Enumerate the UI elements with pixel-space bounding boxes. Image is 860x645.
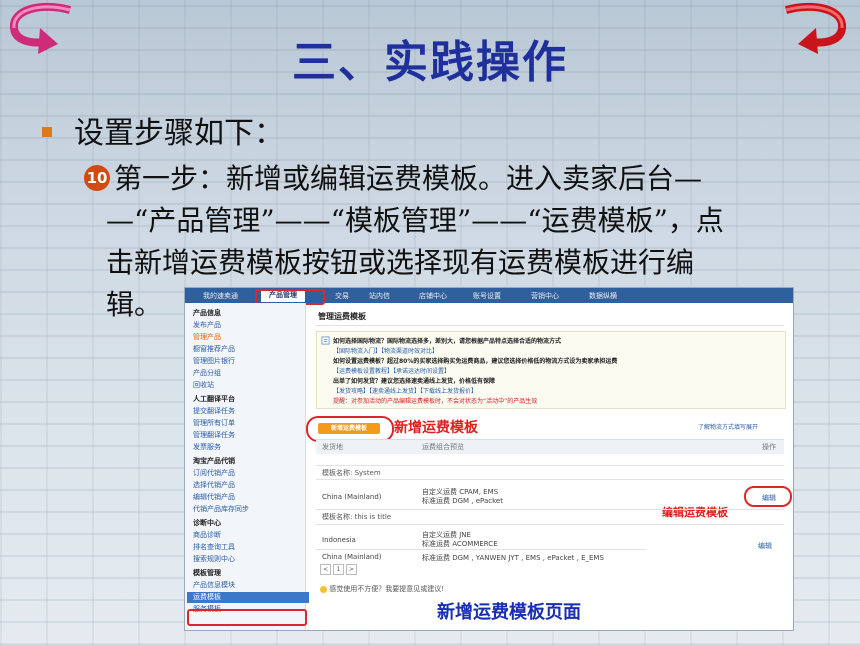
sidebar-item[interactable]: 运费模板 (187, 592, 309, 603)
sidebar-item[interactable]: 代销产品库存同步 (193, 504, 249, 514)
sidebar-item[interactable]: 产品分组 (193, 368, 221, 378)
sidebar-item: 淘宝产品代销 (193, 457, 235, 465)
template1-dest: China (Mainland) (322, 493, 382, 501)
sidebar-item[interactable]: 发布产品 (193, 320, 221, 330)
template2-dest-2: China (Mainland) (322, 553, 382, 561)
header-op: 操作 (762, 443, 776, 451)
smile-icon (320, 585, 327, 593)
header-combo: 运费组合预览 (422, 443, 464, 451)
template1-name: 模板名称: System (322, 469, 381, 477)
step-number-badge: 10 (84, 164, 110, 191)
sidebar-item[interactable]: 管理翻译任务 (193, 430, 235, 440)
feedback-text[interactable]: 感觉使用不方便？我要提意见或建议! (329, 585, 444, 593)
help-link[interactable]: 了解物流方式填写展开 (698, 422, 758, 431)
sidebar-item[interactable]: 发票服务 (193, 442, 221, 452)
nav-messages[interactable]: 站内信 (369, 291, 390, 301)
nav-my-aliexpress[interactable]: 我的速卖通 (203, 291, 238, 301)
step-line-2: —“产品管理”——“模板管理”——“运费模板”，点 (106, 204, 724, 237)
annotation-add-template: 新增运费模板 (394, 420, 478, 436)
sidebar-item[interactable]: 管理所有订单 (193, 418, 235, 428)
bullet-intro: 设置步骤如下： (42, 108, 284, 152)
nav-account-settings[interactable]: 账号设置 (473, 291, 501, 301)
sidebar-item[interactable]: 橱窗推荐产品 (193, 344, 235, 354)
title-divider (316, 325, 784, 326)
main-panel: 管理运费模板 如何选择国际物流？国际物流选择多，差别大，请您根据产品特点选择合适… (306, 303, 793, 630)
notice-line-4[interactable]: 【运费模板设置教程】【承诺运达时间设置】 (333, 366, 450, 375)
sidebar-item[interactable]: 回收站 (193, 380, 214, 390)
edit-template2-link[interactable]: 编辑 (758, 541, 772, 551)
screenshot-caption: 新增运费模板页面 (437, 602, 581, 623)
sidebar-item: 产品信息 (193, 309, 221, 317)
notice-box: 如何选择国际物流？国际物流选择多，差别大，请您根据产品特点选择合适的物流方式 【… (316, 331, 786, 409)
sidebar-item: 诊断中心 (193, 519, 221, 527)
divider (316, 524, 784, 525)
notice-line-3: 如何设置运费模板？超过80%的买家选择购买免运费商品，建议您选择价格低的物流方式… (333, 358, 618, 365)
sidebar-item: 人工翻译平台 (193, 395, 235, 403)
sidebar-item[interactable]: 管理图片银行 (193, 356, 235, 366)
header-dest: 发货地 (322, 443, 343, 451)
notice-line-5: 出单了如何发货？建议您选择速卖通线上发货，价格低有保障 (333, 378, 496, 385)
template2-line-2: 标准运费 ACOMMERCE (422, 540, 498, 548)
divider (316, 509, 784, 510)
sidebar: 产品信息发布产品管理产品橱窗推荐产品 管理图片银行 产品分组回收站人工翻译平台 提交翻… (185, 303, 309, 630)
sidebar-item[interactable]: 管理产品 (193, 332, 221, 342)
step-line-1: 第一步：新增或编辑运费模板。进入卖家后台— (114, 162, 703, 195)
highlight-shipping-template (187, 609, 307, 626)
sidebar-item[interactable]: 编辑代销产品 (193, 492, 235, 502)
notice-line-2[interactable]: 【国际物流入门】【物流渠道时效对比】 (333, 346, 438, 355)
pager-prev[interactable]: < (320, 564, 331, 575)
template2-name: 模板名称: this is title (322, 513, 392, 521)
notice-line-7: 提醒：对参加活动的产品编辑运费模板时，不会对状态为“活动中”的产品生效 (333, 398, 538, 405)
embedded-screenshot: 我的速卖通 产品管理 交易 站内信 店铺中心 账号设置 营销中心 数据纵横 产品… (184, 287, 794, 631)
notice-line-1: 如何选择国际物流？国际物流选择多，差别大，请您根据产品特点选择合适的物流方式 (333, 338, 562, 345)
sidebar-item[interactable]: 搜索规则中心 (193, 554, 235, 564)
info-doc-icon (321, 336, 330, 345)
step-line-3: 击新增运费模板按钮或选择现有运费模板进行编 (106, 246, 695, 279)
table-header (316, 439, 784, 454)
nav-marketing[interactable]: 营销中心 (531, 291, 559, 301)
divider (316, 465, 784, 466)
highlight-edit-link (744, 486, 792, 507)
feedback-row: 感觉使用不方便？我要提意见或建议! (320, 584, 444, 594)
template1-line-2: 标准运费 DGM , ePacket (422, 497, 503, 505)
notice-line-6[interactable]: 【发货攻略】【速卖通线上发货】【下载线上发货报价】 (333, 386, 477, 395)
template2-line-3: 标准运费 DGM , YANWEN JYT , EMS , ePacket , … (422, 554, 604, 562)
nav-store-center[interactable]: 店铺中心 (419, 291, 447, 301)
sidebar-item[interactable]: 订阅代销产品 (193, 468, 235, 478)
nav-trade[interactable]: 交易 (335, 291, 349, 301)
pager-next[interactable]: > (346, 564, 357, 575)
sidebar-item[interactable]: 排名查询工具 (193, 542, 235, 552)
sidebar-item[interactable]: 产品信息模块 (193, 580, 235, 590)
sidebar-item: 模板管理 (193, 569, 221, 577)
page-title: 管理运费模板 (318, 312, 366, 321)
divider (316, 549, 646, 550)
divider (316, 479, 784, 480)
template2-dest-1: Indonesia (322, 536, 356, 544)
nav-data[interactable]: 数据纵横 (589, 291, 617, 301)
sidebar-item[interactable]: 选择代销产品 (193, 480, 235, 490)
sidebar-item[interactable]: 商品诊断 (193, 530, 221, 540)
pager-page-1[interactable]: 1 (333, 564, 344, 575)
square-bullet-icon (42, 127, 52, 137)
sidebar-item[interactable]: 提交翻译任务 (193, 406, 235, 416)
pager: <1 > (320, 564, 359, 575)
annotation-edit-template: 编辑运费模板 (662, 506, 728, 519)
bullet-text: 设置步骤如下： (74, 116, 284, 151)
slide-title: 三、实践操作 (292, 37, 568, 88)
